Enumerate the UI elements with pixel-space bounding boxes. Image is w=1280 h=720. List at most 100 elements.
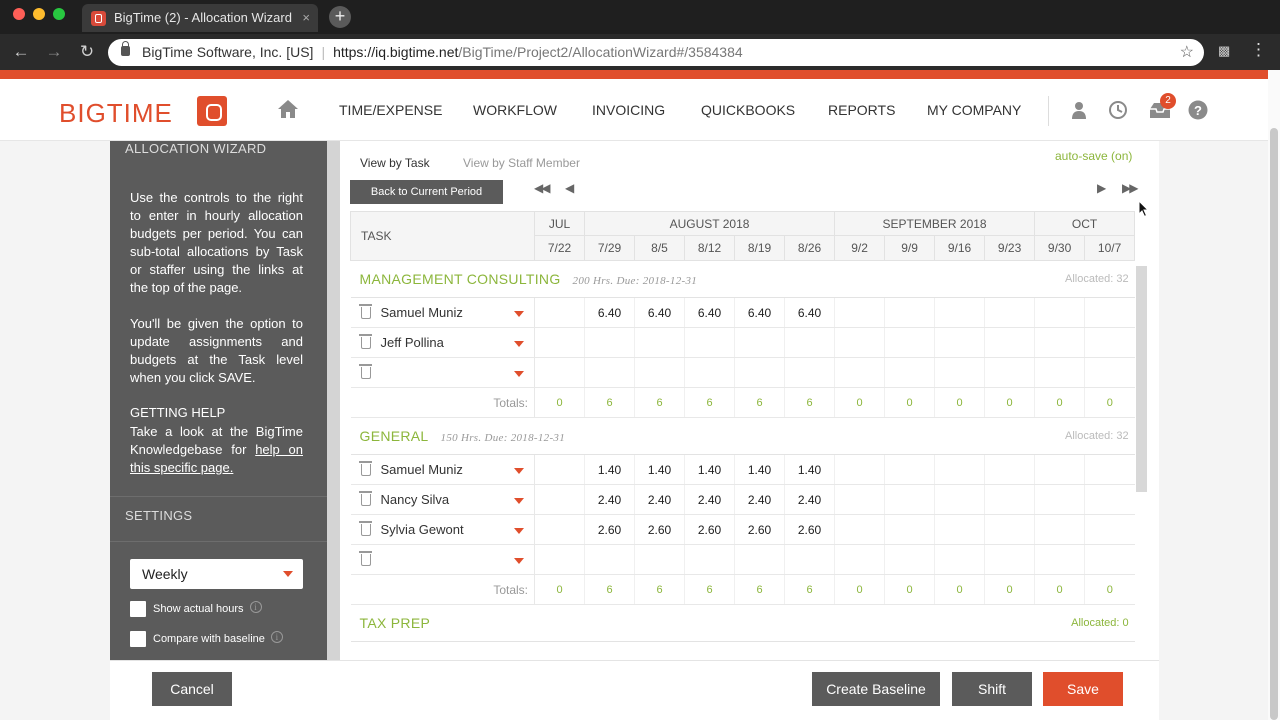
allocation-cell[interactable]	[534, 357, 585, 388]
allocation-cell[interactable]	[1084, 514, 1135, 545]
allocation-cell[interactable]	[584, 357, 635, 388]
allocation-cell[interactable]: 2.40	[734, 484, 785, 515]
nav-my-company[interactable]: MY COMPANY	[927, 102, 1021, 118]
allocation-cell[interactable]	[1084, 297, 1135, 328]
allocation-cell[interactable]: 2.60	[783, 514, 835, 545]
allocation-cell[interactable]	[834, 454, 885, 485]
tab-close-icon[interactable]: ×	[302, 4, 310, 32]
allocation-cell[interactable]	[834, 514, 885, 545]
allocation-cell[interactable]	[534, 544, 585, 575]
allocation-cell[interactable]	[1084, 357, 1135, 388]
grid-scrollbar[interactable]	[1136, 266, 1147, 492]
allocation-cell[interactable]	[884, 514, 935, 545]
allocation-cell[interactable]	[984, 544, 1035, 575]
close-window-button[interactable]	[13, 8, 25, 20]
bookmark-star-icon[interactable]: ☆	[1180, 39, 1194, 66]
nav-quickbooks[interactable]: QUICKBOOKS	[701, 102, 795, 118]
allocation-cell[interactable]	[734, 357, 785, 388]
allocation-cell[interactable]	[884, 357, 935, 388]
allocation-cell[interactable]: 6.40	[634, 297, 685, 328]
allocation-cell[interactable]	[734, 327, 785, 358]
allocation-cell[interactable]	[884, 484, 935, 515]
chevron-down-icon[interactable]	[514, 498, 524, 504]
forward-arrow-icon[interactable]: →	[43, 41, 65, 63]
create-baseline-button[interactable]: Create Baseline	[812, 672, 940, 706]
allocation-cell[interactable]	[934, 357, 985, 388]
allocation-cell[interactable]	[984, 327, 1035, 358]
help-icon[interactable]: ?	[1188, 100, 1208, 120]
address-bar[interactable]: BigTime Software, Inc. [US] | https://iq.b…	[108, 39, 1204, 66]
chevron-down-icon[interactable]	[514, 558, 524, 564]
allocation-cell[interactable]	[1034, 357, 1085, 388]
staff-select[interactable]: Jeff Pollina	[350, 327, 535, 358]
allocation-cell[interactable]: 2.60	[634, 514, 685, 545]
chevron-down-icon[interactable]	[514, 371, 524, 377]
shift-button[interactable]: Shift	[952, 672, 1032, 706]
allocation-cell[interactable]: 1.40	[634, 454, 685, 485]
project-name[interactable]: TAX PREP	[360, 615, 431, 631]
project-name[interactable]: MANAGEMENT CONSULTING	[360, 271, 561, 287]
previous-period-icon[interactable]: ◀	[565, 181, 574, 195]
user-icon[interactable]	[1069, 100, 1089, 120]
staff-select[interactable]	[350, 357, 535, 388]
allocation-cell[interactable]	[934, 297, 985, 328]
allocation-cell[interactable]	[1084, 544, 1135, 575]
allocation-cell[interactable]	[584, 327, 635, 358]
allocation-cell[interactable]	[984, 454, 1035, 485]
allocation-cell[interactable]	[634, 357, 685, 388]
allocation-cell[interactable]	[534, 327, 585, 358]
allocation-cell[interactable]	[534, 514, 585, 545]
compare-baseline-checkbox[interactable]	[130, 631, 146, 647]
allocation-cell[interactable]: 6.40	[734, 297, 785, 328]
allocation-cell[interactable]	[783, 357, 835, 388]
allocation-cell[interactable]	[884, 297, 935, 328]
allocation-cell[interactable]	[934, 327, 985, 358]
browser-menu-icon[interactable]: ⋮	[1250, 40, 1267, 60]
allocation-cell[interactable]	[534, 484, 585, 515]
autosave-status[interactable]: auto-save (on)	[1055, 149, 1132, 163]
maximize-window-button[interactable]	[53, 8, 65, 20]
clock-icon[interactable]	[1108, 100, 1128, 120]
allocation-cell[interactable]: 2.40	[584, 484, 635, 515]
project-name[interactable]: GENERAL	[360, 428, 429, 444]
allocation-cell[interactable]	[684, 544, 735, 575]
allocation-cell[interactable]: 2.40	[684, 484, 735, 515]
allocation-cell[interactable]: 1.40	[734, 454, 785, 485]
back-arrow-icon[interactable]: ←	[10, 41, 32, 63]
trash-icon[interactable]	[358, 521, 372, 536]
info-icon[interactable]: i	[270, 631, 283, 643]
next-period-icon[interactable]: ▶	[1097, 181, 1106, 195]
back-to-current-period-button[interactable]: Back to Current Period	[350, 180, 503, 204]
allocation-cell[interactable]	[684, 357, 735, 388]
browser-tab[interactable]: BigTime (2) - Allocation Wizard ×	[82, 4, 318, 32]
bigtime-logo-icon[interactable]	[197, 96, 227, 126]
staff-select[interactable]: Samuel Muniz	[350, 297, 535, 328]
allocation-cell[interactable]	[834, 297, 885, 328]
trash-icon[interactable]	[358, 334, 372, 349]
info-icon[interactable]: i	[249, 601, 262, 613]
first-period-icon[interactable]: ◀◀	[534, 181, 551, 195]
nav-invoicing[interactable]: INVOICING	[592, 102, 665, 118]
staff-select[interactable]	[350, 544, 535, 575]
allocation-cell[interactable]	[934, 544, 985, 575]
trash-icon[interactable]	[358, 491, 372, 506]
staff-select[interactable]: Sylvia Gewont	[350, 514, 535, 545]
chevron-down-icon[interactable]	[514, 311, 524, 317]
reload-icon[interactable]: ↻	[76, 41, 98, 63]
trash-icon[interactable]	[358, 304, 372, 319]
allocation-cell[interactable]	[984, 357, 1035, 388]
new-tab-button[interactable]: +	[329, 6, 351, 28]
save-button[interactable]: Save	[1043, 672, 1123, 706]
allocation-cell[interactable]: 2.60	[584, 514, 635, 545]
extension-icon[interactable]: ▩	[1218, 43, 1230, 59]
show-actual-hours-checkbox[interactable]	[130, 601, 146, 617]
allocation-cell[interactable]: 2.60	[734, 514, 785, 545]
allocation-cell[interactable]	[684, 327, 735, 358]
chevron-down-icon[interactable]	[514, 528, 524, 534]
cancel-button[interactable]: Cancel	[152, 672, 232, 706]
trash-icon[interactable]	[358, 364, 372, 379]
allocation-cell[interactable]	[1084, 327, 1135, 358]
allocation-cell[interactable]: 6.40	[584, 297, 635, 328]
allocation-cell[interactable]	[534, 297, 585, 328]
nav-reports[interactable]: REPORTS	[828, 102, 895, 118]
